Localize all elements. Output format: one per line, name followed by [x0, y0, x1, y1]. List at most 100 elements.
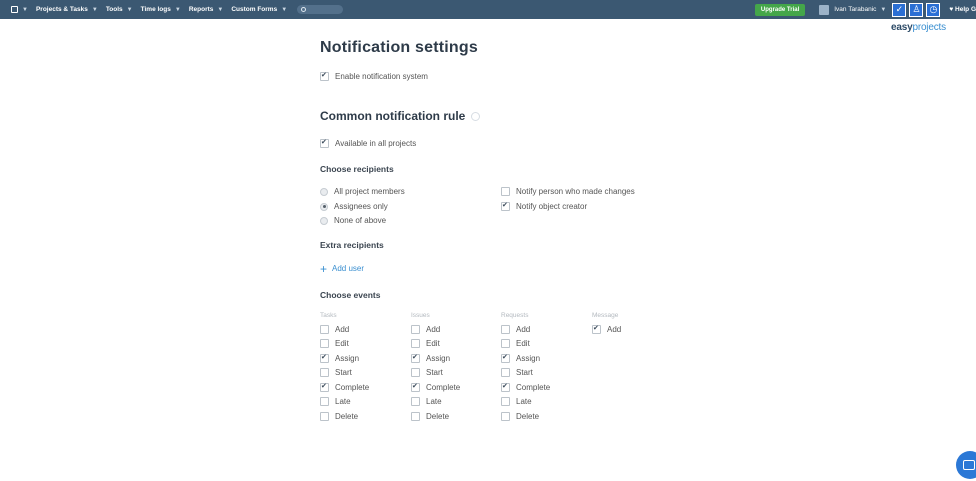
notify-person-checkbox[interactable]: Notify person who made changes: [501, 187, 635, 196]
nav-custom-forms[interactable]: Custom Forms ▼: [231, 6, 287, 13]
event-requests-assign[interactable]: Assign: [501, 353, 540, 363]
checkbox[interactable]: [320, 71, 329, 81]
chevron-down-icon: ▼: [126, 6, 133, 13]
event-requests-late[interactable]: Late: [501, 397, 532, 406]
user-name: Ivan Tarabanic: [834, 6, 877, 13]
event-requests-delete[interactable]: Delete: [501, 412, 539, 421]
checkbox[interactable]: [501, 368, 510, 377]
chevron-down-icon: ▼: [281, 6, 288, 13]
search-icon: [301, 7, 307, 12]
radio-none-of-above[interactable]: None of above: [320, 216, 386, 225]
event-tasks-edit[interactable]: Edit: [320, 339, 349, 348]
main-nav: Projects & Tasks ▼ Tools ▼ Time logs ▼ Repo…: [36, 5, 344, 14]
enable-notification-checkbox[interactable]: Enable notification system: [320, 71, 428, 81]
choose-recipients-heading: Choose recipients: [320, 164, 394, 174]
chevron-down-icon: ▼: [22, 6, 28, 13]
checkbox[interactable]: [501, 325, 510, 334]
home-icon: [11, 6, 18, 13]
upgrade-trial-button[interactable]: Upgrade Trial: [754, 3, 806, 16]
checkbox[interactable]: [411, 382, 420, 392]
chevron-down-icon: ▼: [217, 6, 224, 13]
column-header-requests: Requests: [501, 312, 529, 319]
top-navigation-bar: ▼ Projects & Tasks ▼ Tools ▼ Time logs ▼ Re…: [0, 0, 976, 19]
event-issues-complete[interactable]: Complete: [411, 382, 460, 392]
checkbox[interactable]: [320, 138, 329, 148]
checkbox[interactable]: [320, 368, 329, 377]
choose-events-heading: Choose events: [320, 290, 381, 300]
column-header-message: Message: [592, 312, 619, 319]
event-issues-delete[interactable]: Delete: [411, 412, 449, 421]
event-tasks-start[interactable]: Start: [320, 368, 352, 377]
checkbox[interactable]: [320, 397, 329, 406]
nav-tools[interactable]: Tools ▼: [106, 6, 133, 13]
home-menu-button[interactable]: ▼: [11, 6, 28, 13]
checkbox[interactable]: [501, 339, 510, 348]
checkbox[interactable]: [501, 397, 510, 406]
event-tasks-delete[interactable]: Delete: [320, 412, 358, 421]
column-header-issues: Issues: [411, 312, 430, 319]
user-icon[interactable]: ♙: [909, 2, 924, 17]
checkbox[interactable]: [320, 339, 329, 348]
nav-reports[interactable]: Reports ▼: [189, 6, 224, 13]
event-tasks-add[interactable]: Add: [320, 325, 349, 334]
checkbox[interactable]: [592, 324, 601, 334]
notify-creator-checkbox[interactable]: Notify object creator: [501, 201, 587, 211]
info-icon[interactable]: [471, 112, 481, 122]
search-input[interactable]: [297, 5, 344, 14]
add-user-button[interactable]: + Add user: [320, 261, 364, 276]
event-message-add[interactable]: Add: [592, 324, 621, 334]
nav-projects-tasks[interactable]: Projects & Tasks ▼: [36, 6, 98, 13]
clock-icon[interactable]: ◷: [926, 2, 941, 17]
checkbox[interactable]: [501, 412, 510, 421]
checkbox[interactable]: [320, 382, 329, 392]
chevron-down-icon: ▼: [880, 6, 887, 13]
radio-assignees-only[interactable]: Assignees only: [320, 202, 388, 211]
radio[interactable]: [320, 187, 328, 196]
page-title: Notification settings: [320, 39, 478, 56]
checkbox[interactable]: [320, 412, 329, 421]
nav-time-logs[interactable]: Time logs ▼: [141, 6, 181, 13]
topbar-right: Upgrade Trial Ivan Tarabanic ▼ ✓ ♙ ◷ ♥ H…: [754, 0, 976, 19]
brand-logo: easyprojects: [891, 22, 946, 33]
avatar: [819, 4, 830, 15]
checkbox[interactable]: [501, 353, 510, 363]
checkbox[interactable]: [501, 382, 510, 392]
event-tasks-late[interactable]: Late: [320, 397, 351, 406]
checkbox[interactable]: [501, 201, 510, 211]
event-requests-add[interactable]: Add: [501, 325, 530, 334]
event-requests-start[interactable]: Start: [501, 368, 533, 377]
event-tasks-assign[interactable]: Assign: [320, 353, 359, 363]
checkbox[interactable]: [411, 339, 420, 348]
heart-icon: ♥: [949, 6, 954, 13]
user-menu[interactable]: Ivan Tarabanic ▼: [819, 4, 887, 15]
event-issues-add[interactable]: Add: [411, 325, 440, 334]
chevron-down-icon: ▼: [174, 6, 181, 13]
available-in-all-projects-checkbox[interactable]: Available in all projects: [320, 138, 416, 148]
event-issues-edit[interactable]: Edit: [411, 339, 440, 348]
checkbox[interactable]: [411, 397, 420, 406]
checkbox[interactable]: [411, 325, 420, 334]
extra-recipients-heading: Extra recipients: [320, 240, 384, 250]
radio[interactable]: [320, 202, 328, 211]
checkbox[interactable]: [320, 325, 329, 334]
radio-all-project-members[interactable]: All project members: [320, 187, 405, 196]
event-tasks-complete[interactable]: Complete: [320, 382, 369, 392]
checkmark-icon[interactable]: ✓: [892, 2, 907, 17]
checkbox[interactable]: [411, 412, 420, 421]
checkbox[interactable]: [501, 187, 510, 196]
event-issues-start[interactable]: Start: [411, 368, 443, 377]
column-header-tasks: Tasks: [320, 312, 337, 319]
help-menu[interactable]: ♥ Help G: [949, 6, 976, 13]
plus-icon: +: [320, 261, 328, 276]
event-requests-complete[interactable]: Complete: [501, 382, 550, 392]
event-issues-assign[interactable]: Assign: [411, 353, 450, 363]
chevron-down-icon: ▼: [91, 6, 98, 13]
chat-widget-button[interactable]: [956, 451, 976, 479]
section-title-common-rule: Common notification rule: [320, 109, 481, 123]
radio[interactable]: [320, 216, 328, 225]
event-requests-edit[interactable]: Edit: [501, 339, 530, 348]
checkbox[interactable]: [411, 353, 420, 363]
event-issues-late[interactable]: Late: [411, 397, 442, 406]
checkbox[interactable]: [320, 353, 329, 363]
checkbox[interactable]: [411, 368, 420, 377]
